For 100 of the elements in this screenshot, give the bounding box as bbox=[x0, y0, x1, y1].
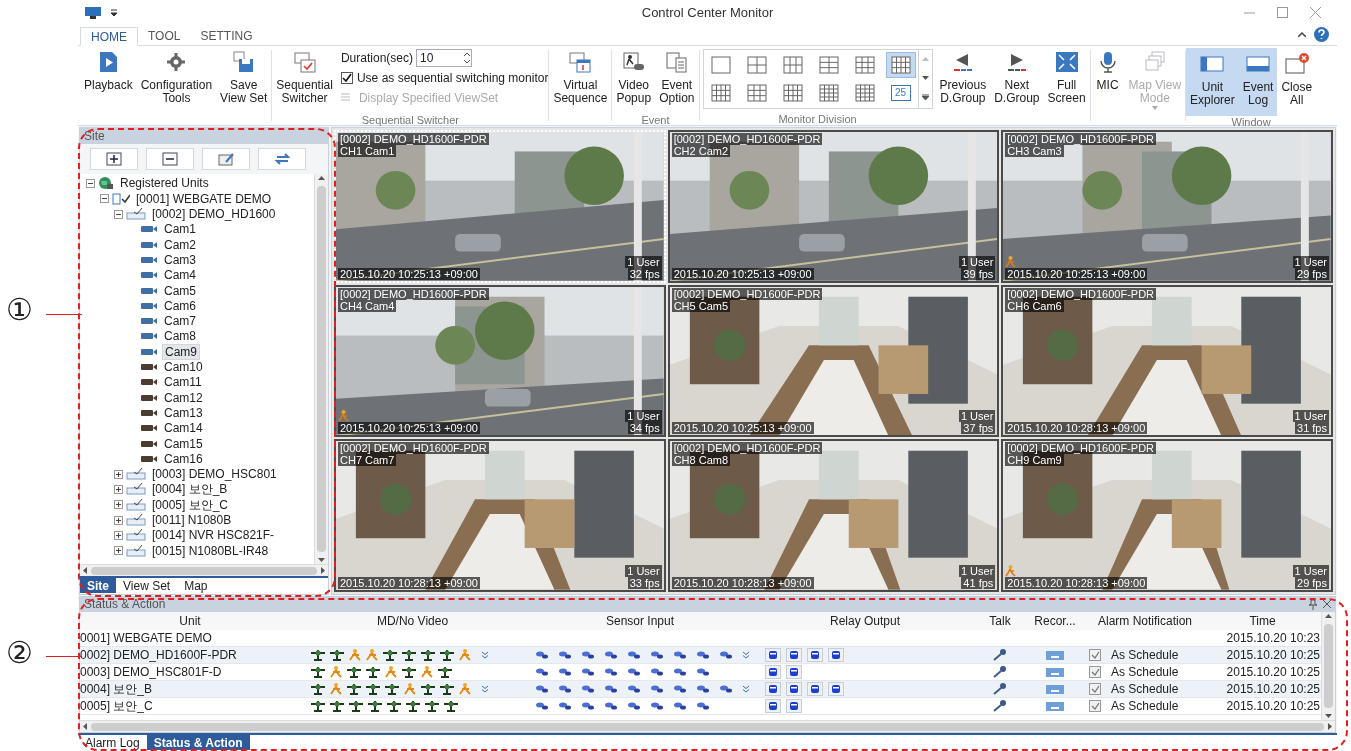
tree-item[interactable]: [0015] N1080BL-IR48 bbox=[150, 543, 271, 558]
tree-item[interactable]: Cam3 bbox=[162, 252, 198, 267]
tree-item[interactable]: Cam4 bbox=[162, 268, 198, 283]
panel-tab[interactable]: View Set bbox=[116, 578, 178, 594]
expand-icon[interactable] bbox=[114, 530, 123, 540]
tree-item[interactable]: [0004] 보안_B bbox=[150, 482, 230, 497]
scroll-thumb[interactable] bbox=[91, 722, 1324, 731]
quick-access-icon[interactable] bbox=[110, 8, 118, 17]
sensor-icon bbox=[604, 701, 618, 712]
ribbon-button[interactable]: Close All bbox=[1277, 47, 1317, 116]
more-layouts-icon[interactable] bbox=[921, 94, 929, 101]
ribbon-tab[interactable]: TOOL bbox=[138, 26, 191, 46]
scroll-down-icon[interactable] bbox=[921, 75, 929, 80]
tree-item[interactable]: Cam12 bbox=[162, 390, 205, 405]
camera-icon bbox=[140, 317, 158, 326]
record-icon[interactable] bbox=[1046, 667, 1064, 677]
checkbox[interactable] bbox=[1089, 700, 1101, 713]
tool-button[interactable] bbox=[90, 147, 138, 170]
tree-item[interactable]: [0002] DEMO_HD1600 bbox=[150, 207, 278, 222]
ribbon-button[interactable]: Virtual Sequence bbox=[549, 45, 612, 114]
tree-item[interactable]: [0014] NVR HSC821F- bbox=[150, 528, 277, 543]
ribbon-button[interactable]: Next D.Group bbox=[990, 45, 1044, 114]
maximize-icon[interactable] bbox=[1277, 7, 1288, 19]
tree-item[interactable]: Registered Units bbox=[118, 176, 211, 191]
tree-item[interactable]: Cam7 bbox=[162, 314, 198, 329]
sensor-icon bbox=[581, 650, 595, 661]
tree-item[interactable]: Cam1 bbox=[162, 222, 198, 237]
ribbon-button[interactable]: Previous D.Group bbox=[935, 45, 991, 114]
ribbon-button[interactable]: Playback bbox=[80, 45, 137, 114]
ribbon-button[interactable]: MIC bbox=[1090, 45, 1125, 114]
collapse-icon[interactable] bbox=[114, 209, 123, 219]
record-icon[interactable] bbox=[1046, 684, 1064, 694]
panel-tab[interactable]: Map bbox=[177, 578, 215, 594]
panel-tab[interactable]: Site bbox=[80, 578, 116, 594]
video-unit-label: [0002] DEMO_HD1600F-PDR bbox=[671, 132, 823, 145]
scroll-right-icon[interactable] bbox=[321, 567, 325, 575]
tree-item[interactable]: Cam14 bbox=[162, 421, 205, 436]
collapse-ribbon-icon[interactable] bbox=[1298, 31, 1306, 37]
tree-item[interactable]: Cam16 bbox=[162, 451, 205, 466]
microphone-icon[interactable] bbox=[993, 649, 1007, 662]
ribbon-button[interactable]: Full Screen bbox=[1043, 45, 1090, 114]
close-icon[interactable] bbox=[1310, 7, 1321, 19]
ribbon-tab[interactable]: HOME bbox=[80, 26, 138, 46]
expand-icon[interactable] bbox=[114, 500, 123, 510]
checkbox[interactable] bbox=[340, 71, 353, 84]
checkbox[interactable] bbox=[1089, 683, 1101, 696]
scroll-thumb[interactable] bbox=[91, 566, 317, 575]
video-channel-label: CH7 Cam7 bbox=[338, 454, 397, 467]
checkbox[interactable] bbox=[1089, 666, 1101, 679]
panel-tab[interactable]: Alarm Log bbox=[78, 735, 147, 751]
close-icon[interactable] bbox=[1323, 599, 1331, 608]
microphone-icon[interactable] bbox=[993, 683, 1007, 696]
tree-item[interactable]: Cam10 bbox=[162, 360, 205, 375]
tree-item[interactable]: Cam13 bbox=[162, 405, 205, 420]
expand-icon[interactable] bbox=[114, 469, 123, 479]
layout-option[interactable]: 25 bbox=[885, 79, 916, 106]
gallery-scroll[interactable] bbox=[917, 49, 932, 108]
sensor-icon bbox=[650, 684, 664, 695]
tree-item[interactable]: Cam6 bbox=[162, 298, 198, 313]
expand-icon[interactable] bbox=[114, 484, 123, 494]
scroll-left-icon[interactable] bbox=[83, 567, 87, 575]
ribbon-button[interactable]: Save View Set bbox=[216, 45, 272, 114]
microphone-icon[interactable] bbox=[993, 666, 1007, 679]
panel-tab[interactable]: Status & Action bbox=[146, 735, 250, 751]
ribbon-tab[interactable]: SETTING bbox=[190, 26, 263, 46]
microphone-icon[interactable] bbox=[993, 700, 1007, 713]
checkbox[interactable] bbox=[1089, 649, 1101, 662]
expand-icon[interactable] bbox=[114, 546, 123, 556]
tree-item[interactable]: Cam5 bbox=[162, 283, 198, 298]
ribbon-button[interactable]: Configuration Tools bbox=[136, 45, 217, 114]
duration-spinner[interactable]: 10 bbox=[416, 48, 472, 67]
tree-item[interactable]: Cam15 bbox=[162, 436, 205, 451]
ribbon-button[interactable]: Event Option bbox=[655, 45, 699, 114]
pin-icon[interactable] bbox=[1309, 599, 1317, 610]
collapse-icon[interactable] bbox=[86, 178, 95, 188]
record-icon[interactable] bbox=[1046, 701, 1064, 711]
callout-label: ② bbox=[6, 637, 33, 669]
ribbon-button[interactable]: Event Log bbox=[1238, 47, 1278, 116]
ribbon-button[interactable]: Unit Explorer bbox=[1186, 47, 1239, 116]
scroll-thumb[interactable] bbox=[1324, 624, 1333, 709]
help-icon[interactable] bbox=[1314, 26, 1329, 42]
tree-item[interactable]: Cam9 bbox=[162, 343, 200, 360]
tree-item[interactable]: [0003] DEMO_HSC801 bbox=[150, 467, 279, 482]
ribbon-button[interactable]: Video Popup bbox=[612, 45, 656, 114]
scroll-left-icon[interactable] bbox=[83, 723, 87, 731]
collapse-icon[interactable] bbox=[100, 194, 109, 204]
option-icon bbox=[663, 49, 690, 74]
tool-button[interactable] bbox=[258, 147, 306, 170]
ribbon-button[interactable]: Sequential Switcher bbox=[272, 45, 337, 114]
scroll-right-icon[interactable] bbox=[1328, 723, 1332, 731]
tree-item[interactable]: Cam2 bbox=[162, 237, 198, 252]
scroll-thumb[interactable] bbox=[317, 185, 326, 553]
layout-option[interactable] bbox=[885, 51, 916, 78]
tree-item[interactable]: [0001] WEBGATE DEMO bbox=[134, 191, 274, 206]
tree-item[interactable]: Cam8 bbox=[162, 329, 198, 344]
expand-icon[interactable] bbox=[114, 515, 123, 525]
record-icon[interactable] bbox=[1046, 650, 1064, 660]
tree-item[interactable]: [0011] N1080B bbox=[150, 513, 234, 527]
tree-item[interactable]: Cam11 bbox=[162, 375, 204, 390]
tree-item[interactable]: [0005] 보안_C bbox=[150, 497, 231, 512]
